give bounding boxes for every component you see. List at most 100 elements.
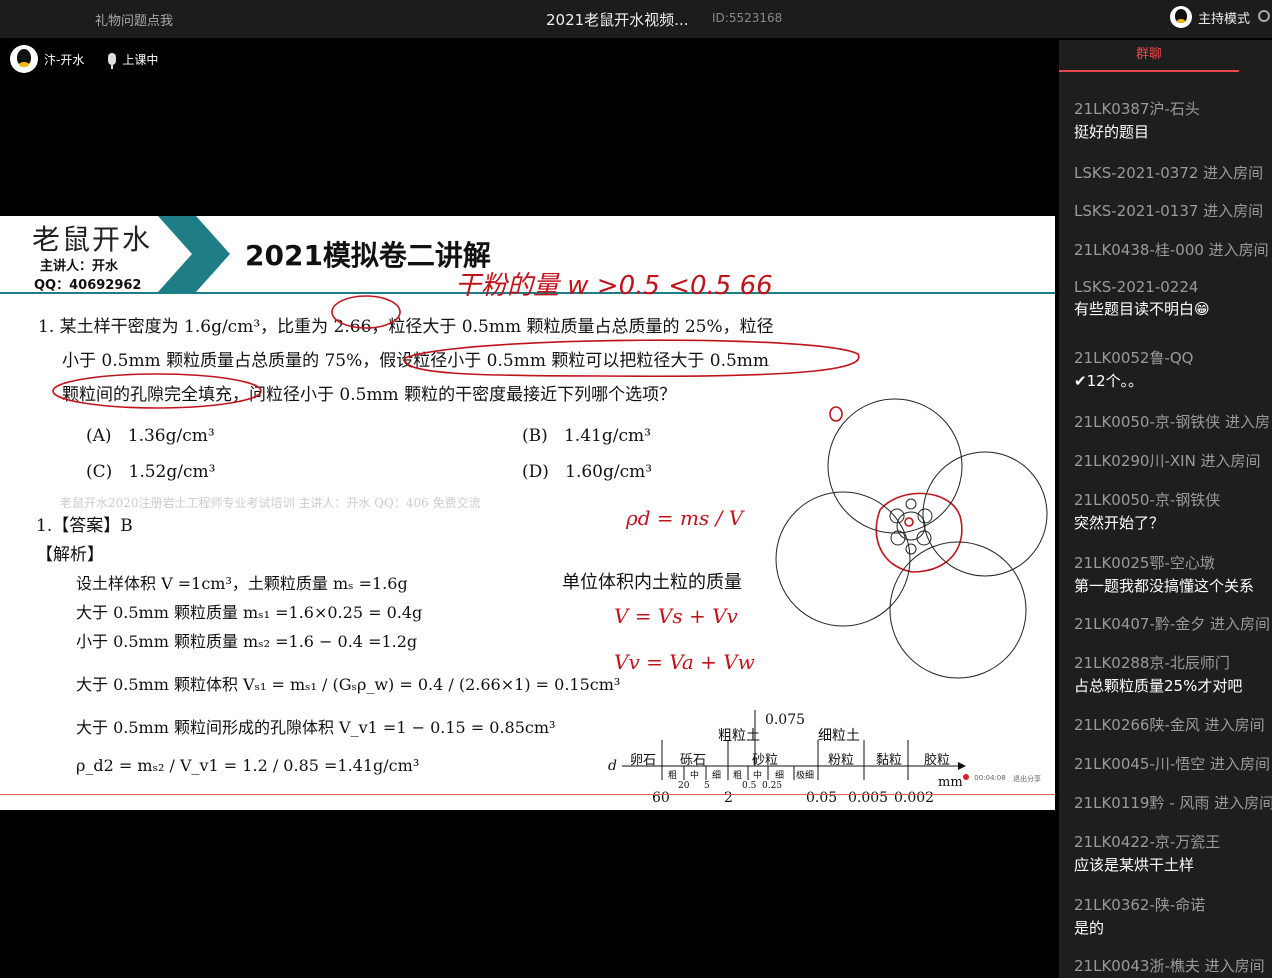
chat-text: 挺好的题目: [1074, 123, 1150, 141]
chat-message: 21LK0052鲁-QQ ✔12个。。: [1059, 347, 1193, 391]
chat-message: 21LK0119黔 - 风雨 进入房间: [1059, 792, 1272, 813]
chat-sender: 21LK0052鲁-QQ: [1074, 349, 1194, 367]
scale-coarse-label: 粗粒土: [718, 728, 760, 744]
chat-message: 21LK0266陕-金风 进入房间: [1059, 714, 1265, 735]
chat-sender: 21LK0422-京-万瓷王: [1074, 833, 1221, 851]
chat-sender: LSKS-2021-0137 进入房间: [1074, 202, 1264, 220]
scale-category: 砂粒: [752, 753, 778, 768]
chat-message: 21LK0025鄂-空心墩第一题我都没搞懂这个关系: [1059, 552, 1254, 596]
chat-sender: 21LK0050-京-钢铁侠: [1074, 491, 1221, 509]
recording-time: 00:04:08: [974, 774, 1006, 782]
scale-unit: mm: [938, 775, 963, 790]
chat-message: 21LK0362-陕-命诺 是的: [1059, 894, 1205, 938]
chat-message: 21LK0387沪-石头 挺好的题目: [1059, 98, 1200, 142]
scale-sub: 中: [690, 769, 699, 781]
scale-top-label: 0.075: [765, 712, 805, 728]
chat-text: 占总颗粒质量25%才对吧: [1074, 677, 1243, 695]
small-mark: [829, 406, 843, 422]
progress-line: [0, 794, 1055, 795]
broadcaster-info: 汴-开水 上课中: [10, 45, 158, 73]
shared-slide: 老鼠开水 主讲人：开水 QQ：40692962 2021模拟卷二讲解 1. 某土…: [0, 216, 1055, 810]
class-status: 上课中: [122, 52, 159, 67]
particle-circle: [905, 498, 917, 510]
chat-message: 21LK0050-京-钢铁侠 进入房: [1059, 411, 1270, 432]
scale-number: 0.005: [848, 790, 888, 806]
chat-sender: 21LK0387沪-石头: [1074, 100, 1200, 118]
scale-number-small: 20: [678, 781, 690, 791]
scale-sub: 极细: [796, 769, 814, 781]
chat-sender: LSKS-2021-0372 进入房间: [1074, 164, 1264, 182]
chat-text: 是的: [1074, 919, 1105, 937]
chat-message: 21LK0050-京-钢铁侠 突然开始了？: [1059, 489, 1220, 533]
chat-sender: 21LK0438-桂-000 进入房间: [1074, 241, 1269, 259]
top-bar: 礼物问题点我 2021老鼠开水视频... ID:5523168 主持模式: [0, 0, 1272, 38]
chat-sender: 21LK0266陕-金风 进入房间: [1074, 716, 1265, 734]
scale-sub: 粗: [733, 769, 742, 781]
scale-sub: 粗: [668, 769, 677, 781]
scale-category: 砾石: [680, 753, 706, 768]
small-mark: [904, 517, 914, 527]
scale-sub: 细: [712, 769, 721, 781]
broadcaster-name: 汴-开水: [44, 52, 85, 67]
scale-category: 黏粒: [876, 752, 902, 768]
avatar: [10, 45, 38, 73]
chat-sender: 21LK0362-陕-命诺: [1074, 896, 1206, 914]
chat-panel: 群聊 21LK0387沪-石头 挺好的题目 LSKS-2021-0372 进入房间 L…: [1059, 40, 1272, 978]
scale-number: 0.002: [894, 790, 934, 806]
chat-message: 21LK0288京-北辰师门 占总颗粒质量25%才对吧: [1059, 652, 1242, 696]
chat-sender: 21LK0025鄂-空心墩: [1074, 554, 1215, 572]
chat-text: 应该是某烘干土样: [1074, 856, 1195, 874]
microphone-icon: [108, 53, 117, 69]
scale-number: 0.05: [806, 790, 837, 806]
scale-number: 60: [652, 790, 670, 806]
chat-message: LSKS-2021-0372 进入房间: [1059, 162, 1263, 183]
room-id: ID:5523168: [712, 11, 783, 25]
particle-size-scale: 0.075 粗粒土 细粒土 卵石 砾石 砂粒 粉粒 黏粒 胶粒 粗 中 细 粗 …: [608, 710, 966, 806]
handwriting: 干粉的量 w >0.5 <0.5 66: [455, 271, 773, 301]
window-title: 2021老鼠开水视频...: [546, 11, 689, 29]
chat-message: 21LK0043浙-樵夫 进入房间: [1059, 955, 1265, 976]
chat-sender: 21LK0290川-XIN 进入房间: [1074, 452, 1261, 470]
chat-message: 21LK0422-京-万瓷王 应该是某烘干土样: [1059, 831, 1220, 875]
recording-indicator: 00:04:08: [963, 774, 1006, 782]
chat-sender: 21LK0119黔 - 风雨 进入房间: [1074, 794, 1272, 812]
scale-number-small: 5: [704, 781, 710, 791]
chat-text: 有些题目读不明白😁: [1074, 300, 1210, 318]
chat-text: ✔12个。。: [1074, 372, 1144, 390]
scale-number: 2: [724, 790, 733, 806]
chat-message: 21LK0438-桂-000 进入房间: [1059, 239, 1269, 260]
chat-message: 21LK0290川-XIN 进入房间: [1059, 450, 1261, 471]
chat-sender: 21LK0407-黔-金夕 进入房间: [1074, 615, 1271, 633]
chat-sender: 21LK0050-京-钢铁侠 进入房: [1074, 413, 1271, 431]
chat-message: LSKS-2021-0137 进入房间: [1059, 200, 1263, 221]
chat-message: 21LK0407-黔-金夕 进入房间: [1059, 613, 1270, 634]
chat-text: 突然开始了？: [1074, 514, 1165, 532]
chat-sender: 21LK0043浙-樵夫 进入房间: [1074, 957, 1265, 975]
chat-sender: 21LK0045-川-悟空 进入房间: [1074, 755, 1271, 773]
exit-share-button[interactable]: 退出分享: [1013, 774, 1041, 784]
host-mode[interactable]: 主持模式: [1170, 6, 1250, 28]
host-mode-label: 主持模式: [1198, 11, 1251, 27]
circle-annotation: [404, 339, 860, 378]
particle-circle: [827, 398, 963, 534]
chat-message: LSKS-2021-0224 有些题目读不明白😁: [1059, 278, 1210, 319]
tab-group-chat[interactable]: 群聊: [1059, 40, 1239, 72]
scale-sub: 中: [753, 769, 762, 781]
scale-number-small: 0.25: [762, 781, 782, 791]
chat-text: 第一题我都没搞懂这个关系: [1074, 577, 1255, 595]
scale-number-small: 0.5: [742, 781, 757, 791]
scale-sub: 细: [775, 769, 784, 781]
gift-help-link[interactable]: 礼物问题点我: [95, 10, 173, 29]
record-icon: [963, 774, 969, 780]
circle-annotation: [331, 295, 401, 329]
chat-sender: 21LK0288京-北辰师门: [1074, 654, 1230, 672]
scale-fine-label: 细粒土: [818, 728, 860, 744]
scale-category: 粉粒: [828, 753, 854, 768]
scale-category: 卵石: [630, 753, 656, 768]
settings-icon[interactable]: [1258, 10, 1270, 22]
chat-message: 21LK0045-川-悟空 进入房间: [1059, 753, 1270, 774]
particle-circle: [905, 543, 917, 555]
circle-annotation: [52, 373, 262, 409]
scale-category: 胶粒: [924, 752, 950, 768]
chat-sender: LSKS-2021-0224: [1074, 278, 1199, 296]
